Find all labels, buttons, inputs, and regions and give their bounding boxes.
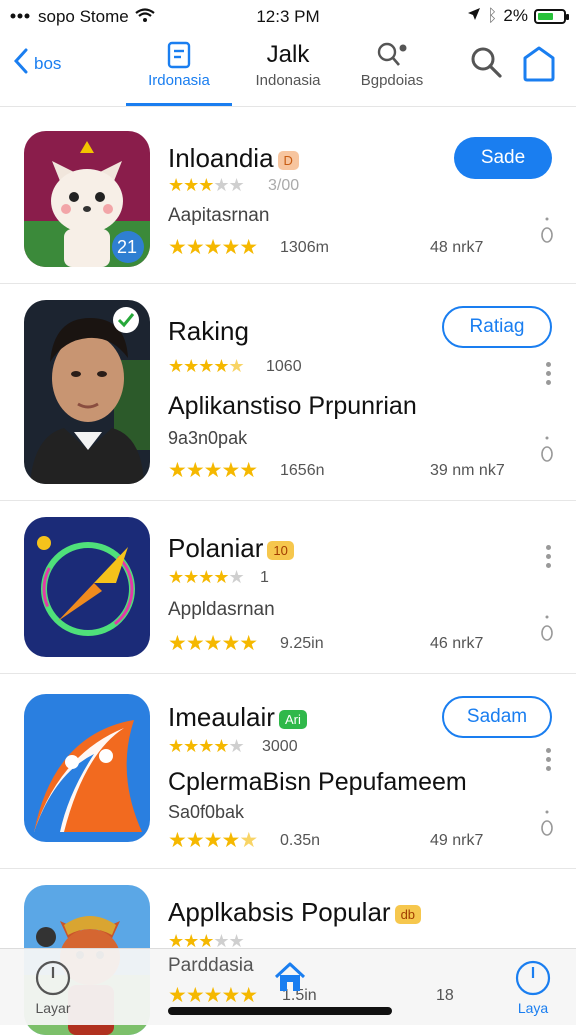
star-rating-bottom: ★★★★★ [168, 632, 258, 655]
app-name: Imeaulair Ari [168, 702, 307, 733]
document-icon [126, 40, 232, 70]
app-badge: 10 [267, 540, 294, 560]
share-icon [520, 46, 558, 88]
list-item[interactable]: 21 Inloandia D ★★★★★ 3/00 Aapitasrnan ★★★… [0, 107, 576, 284]
sade-button[interactable]: Sade [454, 137, 552, 179]
app-age: 49 nrk7 [430, 832, 484, 849]
app-meta: Sa0f0bak [168, 802, 245, 822]
star-rating-bottom: ★★★★★ [168, 984, 258, 1007]
top-navigation: bos Irdonasia Jalk Indonasia Bgpdoias [0, 32, 576, 107]
app-age: 39 nm nk7 [430, 462, 505, 479]
more-options-icon[interactable] [546, 744, 554, 775]
app-subtitle: Parddasia [168, 955, 254, 976]
search-icon [468, 47, 504, 84]
clock-icon [514, 960, 552, 1000]
battery-percent: 2% [503, 6, 528, 25]
app-name-text: Inloandia [168, 143, 274, 173]
app-size: 1656n [280, 462, 325, 479]
tab-label: Irdonasia [148, 72, 210, 89]
home-icon [272, 962, 308, 998]
app-badge: Ari [278, 709, 307, 729]
star-rating-top: ★★★★★ [168, 736, 245, 756]
chevron-left-icon [13, 48, 28, 79]
app-icon-bird [24, 694, 150, 842]
app-name: Polaniar 10 [168, 533, 294, 564]
tab-label: Laya [517, 1000, 549, 1016]
app-name-text: Imeaulair [168, 702, 275, 732]
more-options-icon[interactable] [546, 358, 554, 389]
app-name: Inloandia D [168, 143, 299, 174]
chevron-icon[interactable] [540, 808, 554, 844]
app-age: 18 [436, 987, 454, 1004]
star-rating-top: ★★★★★ [168, 175, 245, 195]
star-rating-bottom: ★★★★★ [168, 459, 258, 482]
share-button[interactable] [520, 44, 558, 89]
bluetooth-icon: ᛒ [487, 6, 498, 25]
list-item[interactable]: Raking ★★★★★ 1060 Aplikanstiso Prpunrian… [0, 284, 576, 501]
tab-title: Jalk [266, 41, 310, 68]
chevron-icon[interactable] [540, 613, 554, 649]
app-icon-portrait [24, 300, 150, 484]
app-meta: 9a3n0pak [168, 428, 248, 448]
app-age: 48 nrk7 [430, 239, 484, 256]
app-subtitle: CplermaBisn Pepufameem [168, 768, 467, 796]
chevron-icon[interactable] [540, 434, 554, 470]
list-item[interactable]: Imeaulair Ari ★★★★★ 3000 CplermaBisn Pepu… [0, 674, 576, 869]
star-rating-top: ★★★★★ [168, 356, 245, 376]
back-label: bos [34, 53, 62, 73]
icon-badge: 21 [117, 237, 138, 257]
app-badge: db [394, 904, 422, 924]
app-subtitle: Aapitasrnan [168, 205, 270, 226]
chevron-icon[interactable] [540, 215, 554, 251]
app-name: Applkabsis Popular db [168, 897, 422, 928]
app-name-text: Polaniar [168, 533, 264, 563]
app-size: 1306m [280, 239, 329, 256]
ratiag-button[interactable]: Ratiag [442, 306, 552, 348]
star-rating-bottom: ★★★★★ [168, 829, 258, 852]
rating-count: 3000 [262, 738, 298, 755]
status-right: ᛒ 2% [467, 6, 569, 26]
tab-bgpdoias[interactable]: Bgpdoias [350, 40, 434, 102]
star-rating-bottom: ★★★★★ [168, 236, 258, 259]
tab-laya[interactable]: Laya [508, 959, 558, 1016]
tab-irdonasia[interactable]: Irdonasia [126, 40, 232, 106]
app-age: 46 nrk7 [430, 635, 484, 652]
tab-label: Indonasia [255, 72, 321, 89]
rating-count: 1 [260, 569, 269, 586]
app-size: 0.35n [280, 832, 321, 849]
back-button[interactable]: bos [13, 48, 62, 79]
list-item[interactable]: Polaniar 10 ★★★★★ 1 Appldasrnan ★★★★★ 9.2… [0, 501, 576, 674]
active-tab-indicator [126, 103, 232, 106]
tab-indonasia[interactable]: Jalk Indonasia [240, 40, 336, 102]
battery-icon [534, 8, 569, 24]
more-options-icon[interactable] [546, 541, 554, 572]
rating-count: 3/00 [268, 177, 300, 194]
search-button[interactable] [468, 44, 504, 85]
status-bar: sopo Stome 12:3 PM ᛒ 2% [0, 0, 576, 32]
sadam-button[interactable]: Sadam [442, 696, 552, 738]
app-name-text: Applkabsis Popular [168, 897, 391, 927]
app-icon-compass [24, 517, 150, 657]
app-name-text: Raking [168, 316, 249, 346]
app-badge: D [277, 150, 299, 170]
app-subtitle: Appldasrnan [168, 599, 275, 620]
search-person-icon [350, 40, 434, 70]
tab-label: Layar [35, 1000, 71, 1016]
app-icon-fox: 21 [24, 131, 150, 267]
app-name: Raking [168, 316, 249, 347]
home-indicator[interactable] [168, 1007, 392, 1015]
app-size: 9.25in [280, 635, 324, 652]
star-rating-top: ★★★★★ [168, 567, 245, 587]
rating-count: 1060 [266, 358, 302, 375]
tab-layar[interactable]: Layar [28, 959, 78, 1016]
tab-home[interactable] [270, 959, 310, 998]
app-subtitle: Aplikanstiso Prpunrian [168, 392, 417, 420]
clock-icon [34, 960, 72, 1000]
location-icon [467, 6, 481, 26]
tab-label: Bgpdoias [360, 72, 424, 89]
